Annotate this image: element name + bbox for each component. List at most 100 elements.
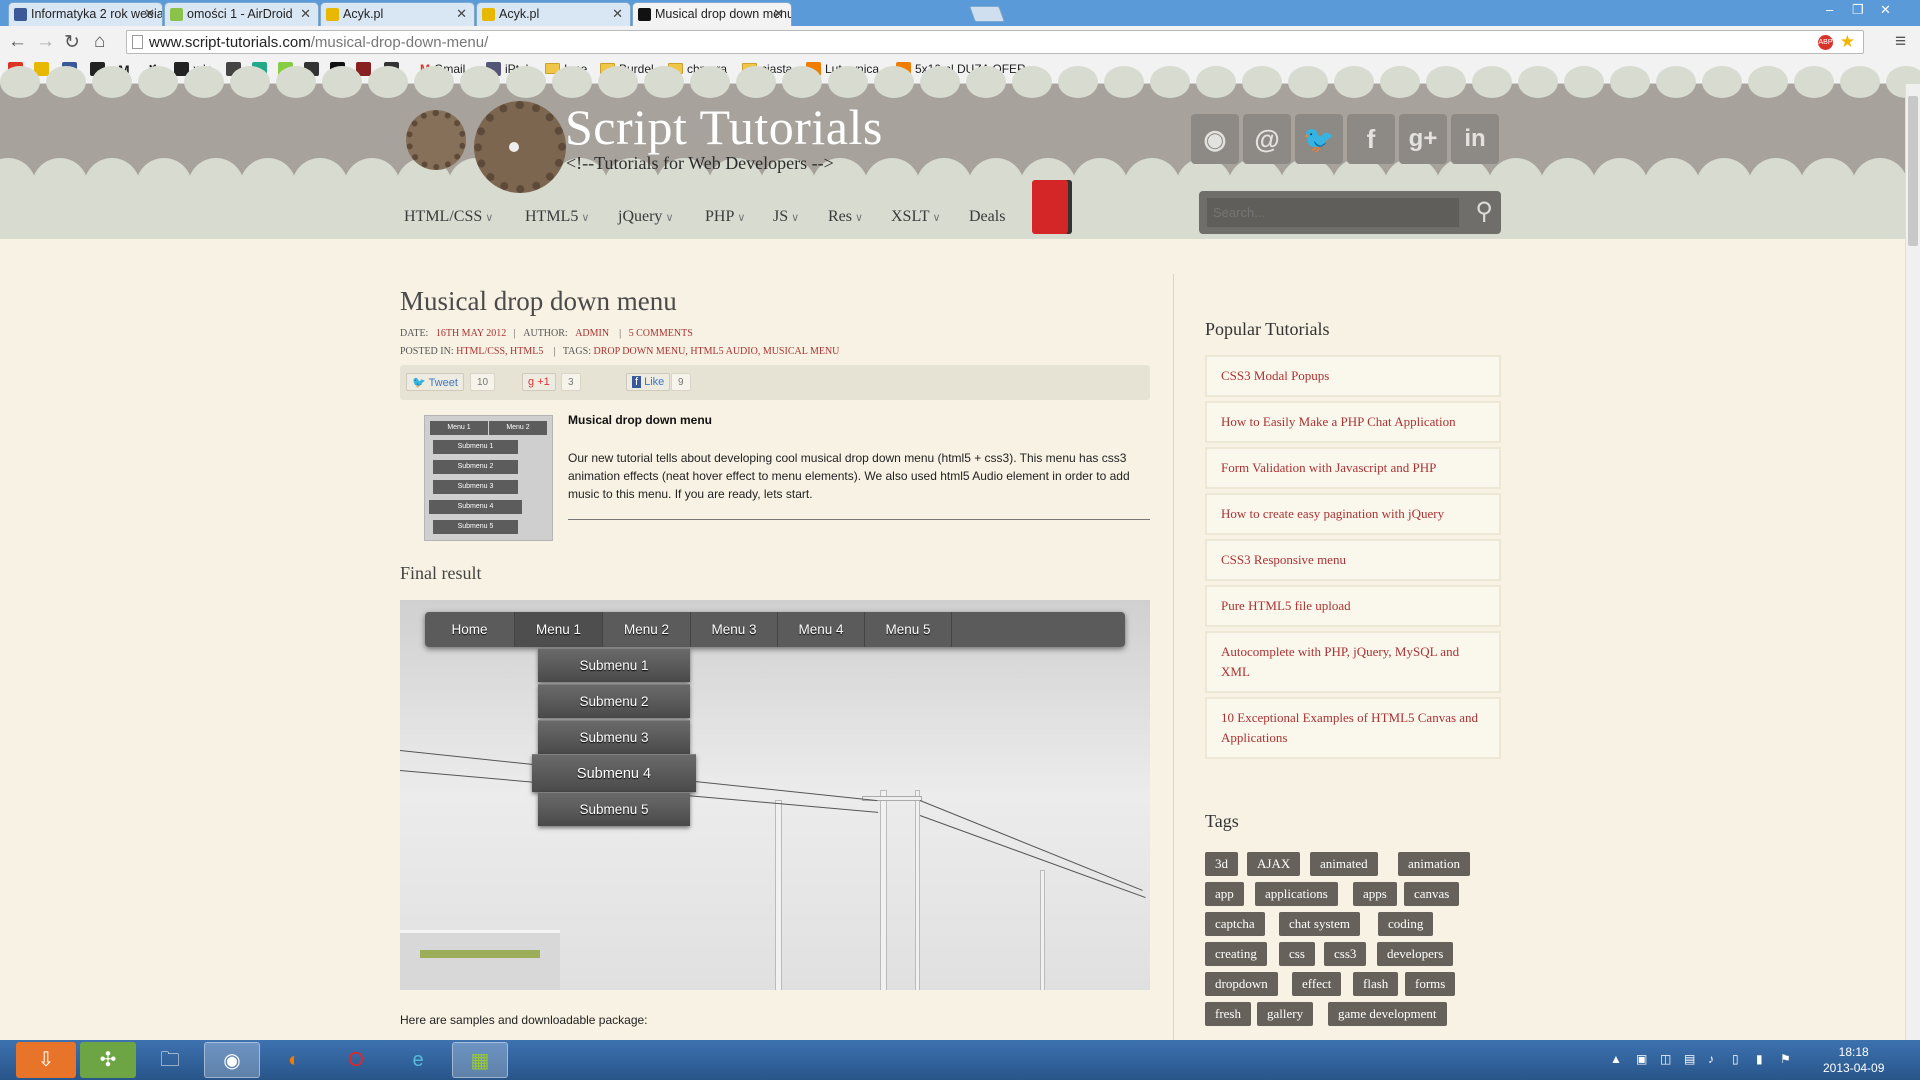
tag[interactable]: css3 bbox=[1324, 942, 1367, 966]
close-icon[interactable]: ✕ bbox=[144, 6, 155, 22]
volume-icon[interactable]: ♪ bbox=[1708, 1052, 1714, 1066]
search-input[interactable] bbox=[1207, 198, 1459, 227]
tag[interactable]: app bbox=[1205, 882, 1244, 906]
chrome-icon[interactable]: ◉ bbox=[204, 1042, 260, 1078]
back-icon[interactable]: ← bbox=[8, 31, 27, 53]
search-icon[interactable]: ⚲ bbox=[1475, 197, 1493, 226]
popular-item[interactable]: 10 Exceptional Examples of HTML5 Canvas … bbox=[1205, 697, 1501, 759]
google-plus-icon[interactable]: g+ bbox=[1399, 114, 1447, 164]
nav-item-html5[interactable]: HTML5 ∨ bbox=[525, 208, 589, 226]
popular-item[interactable]: How to Easily Make a PHP Chat Applicatio… bbox=[1205, 401, 1501, 443]
tag-links[interactable]: DROP DOWN MENU, HTML5 AUDIO, MUSICAL MEN… bbox=[593, 346, 839, 357]
twitter-icon[interactable]: 🐦 bbox=[1295, 114, 1343, 164]
firefox-icon[interactable]: ◐ bbox=[266, 1042, 322, 1078]
star-icon[interactable]: ★ bbox=[1840, 32, 1855, 52]
close-icon[interactable]: ✕ bbox=[773, 6, 784, 22]
popular-item[interactable]: How to create easy pagination with jQuer… bbox=[1205, 493, 1501, 535]
start-icon[interactable]: ⇩ bbox=[16, 1042, 76, 1078]
reload-icon[interactable]: ↻ bbox=[64, 31, 80, 54]
close-window-icon[interactable]: ✕ bbox=[1880, 2, 1891, 18]
linkedin-icon[interactable]: in bbox=[1451, 114, 1499, 164]
tag[interactable]: css bbox=[1279, 942, 1315, 966]
tag[interactable]: gallery bbox=[1257, 1002, 1314, 1026]
comments-link[interactable]: 5 COMMENTS bbox=[629, 328, 693, 339]
new-tab-button[interactable] bbox=[969, 6, 1005, 22]
rss-icon[interactable]: ◉ bbox=[1191, 114, 1239, 164]
browser-tab[interactable]: Acyk.pl ✕ bbox=[476, 2, 631, 26]
demo-menu-item[interactable]: Menu 3 bbox=[691, 612, 778, 647]
close-icon[interactable]: ✕ bbox=[456, 6, 467, 22]
nav-item-js[interactable]: JS ∨ bbox=[773, 208, 799, 226]
nav-item-deals[interactable]: Deals bbox=[969, 208, 1005, 226]
tag[interactable]: applications bbox=[1255, 882, 1338, 906]
browser-tab[interactable]: Acyk.pl ✕ bbox=[320, 2, 475, 26]
category-links[interactable]: HTML/CSS, HTML5 bbox=[456, 346, 543, 357]
popular-item[interactable]: CSS3 Responsive menu bbox=[1205, 539, 1501, 581]
address-bar[interactable]: www.script-tutorials.com/musical-drop-do… bbox=[126, 30, 1864, 54]
clover-icon[interactable]: ✣ bbox=[80, 1042, 136, 1078]
tag[interactable]: canvas bbox=[1404, 882, 1460, 906]
clock[interactable]: 18:18 2013-04-09 bbox=[1823, 1044, 1884, 1076]
adblock-icon[interactable]: ABP bbox=[1818, 35, 1833, 50]
close-icon[interactable]: ✕ bbox=[300, 6, 311, 22]
tag[interactable]: animation bbox=[1398, 852, 1470, 876]
forward-icon[interactable]: → bbox=[36, 31, 55, 53]
tweet-button[interactable]: 🐦 Tweet bbox=[406, 373, 464, 391]
demo-submenu-item[interactable]: Submenu 3 bbox=[538, 720, 690, 754]
popular-item[interactable]: Pure HTML5 file upload bbox=[1205, 585, 1501, 627]
tag[interactable]: game development bbox=[1328, 1002, 1447, 1026]
tag[interactable]: AJAX bbox=[1247, 852, 1301, 876]
browser-tab[interactable]: omości 1 - AirDroid ✕ bbox=[164, 2, 319, 26]
tag[interactable]: 3d bbox=[1205, 852, 1238, 876]
like-button[interactable]: f Like bbox=[626, 373, 671, 391]
tag[interactable]: dropdown bbox=[1205, 972, 1278, 996]
popular-item[interactable]: Autocomplete with PHP, jQuery, MySQL and… bbox=[1205, 631, 1501, 693]
book-icon[interactable] bbox=[1032, 180, 1072, 234]
flag-icon[interactable]: ⚑ bbox=[1780, 1052, 1791, 1066]
demo-submenu-item[interactable]: Submenu 1 bbox=[538, 648, 690, 682]
tag[interactable]: forms bbox=[1405, 972, 1456, 996]
signal-icon[interactable]: ▮ bbox=[1756, 1052, 1763, 1066]
site-title[interactable]: Script Tutorials bbox=[565, 98, 883, 156]
demo-submenu-item[interactable]: Submenu 2 bbox=[538, 684, 690, 718]
demo-menu-home[interactable]: Home bbox=[425, 612, 515, 647]
browser-tab-active[interactable]: Musical drop down menu ✕ bbox=[632, 2, 792, 27]
article-thumbnail[interactable]: Menu 1 Menu 2 Submenu 1 Submenu 2 Submen… bbox=[424, 415, 553, 541]
email-icon[interactable]: @ bbox=[1243, 114, 1291, 164]
tag[interactable]: animated bbox=[1310, 852, 1378, 876]
home-icon[interactable]: ⌂ bbox=[94, 31, 105, 53]
nav-item-jquery[interactable]: jQuery ∨ bbox=[618, 208, 674, 226]
tag[interactable]: flash bbox=[1353, 972, 1399, 996]
tag[interactable]: creating bbox=[1205, 942, 1267, 966]
demo-menu-item[interactable]: Menu 2 bbox=[603, 612, 691, 647]
tray-icon[interactable]: ◫ bbox=[1660, 1052, 1671, 1066]
demo-submenu-item-hover[interactable]: Submenu 4 bbox=[532, 754, 696, 792]
battery-icon[interactable]: ▯ bbox=[1732, 1052, 1739, 1066]
scrollbar-thumb[interactable] bbox=[1908, 96, 1918, 246]
tag[interactable]: apps bbox=[1353, 882, 1397, 906]
facebook-icon[interactable]: f bbox=[1347, 114, 1395, 164]
tag[interactable]: coding bbox=[1378, 912, 1434, 936]
demo-menu-item[interactable]: Menu 1 bbox=[515, 612, 603, 647]
tag[interactable]: developers bbox=[1377, 942, 1454, 966]
network-icon[interactable]: ▤ bbox=[1684, 1052, 1695, 1066]
ie-icon[interactable]: e bbox=[390, 1042, 446, 1078]
gplus-button[interactable]: g +1 bbox=[522, 373, 556, 391]
nav-item-res[interactable]: Res ∨ bbox=[828, 208, 863, 226]
demo-submenu-item[interactable]: Submenu 5 bbox=[538, 792, 690, 826]
tag[interactable]: effect bbox=[1292, 972, 1342, 996]
nav-item-xslt[interactable]: XSLT ∨ bbox=[891, 208, 941, 226]
tag[interactable]: captcha bbox=[1205, 912, 1265, 936]
opera-icon[interactable]: O bbox=[328, 1042, 384, 1078]
menu-icon[interactable]: ≡ bbox=[1895, 31, 1906, 53]
popular-item[interactable]: CSS3 Modal Popups bbox=[1205, 355, 1501, 397]
close-icon[interactable]: ✕ bbox=[612, 6, 623, 22]
restore-icon[interactable]: ❐ bbox=[1852, 2, 1864, 18]
demo-menu-item[interactable]: Menu 4 bbox=[778, 612, 865, 647]
author-link[interactable]: ADMIN bbox=[575, 328, 609, 339]
minimize-icon[interactable]: – bbox=[1826, 2, 1833, 17]
tag[interactable]: chat system bbox=[1279, 912, 1361, 936]
nav-item-html-css[interactable]: HTML/CSS ∨ bbox=[404, 208, 493, 226]
browser-tab[interactable]: Informatyka 2 rok weeia P ✕ bbox=[8, 2, 163, 26]
article-title[interactable]: Musical drop down menu bbox=[400, 286, 677, 317]
